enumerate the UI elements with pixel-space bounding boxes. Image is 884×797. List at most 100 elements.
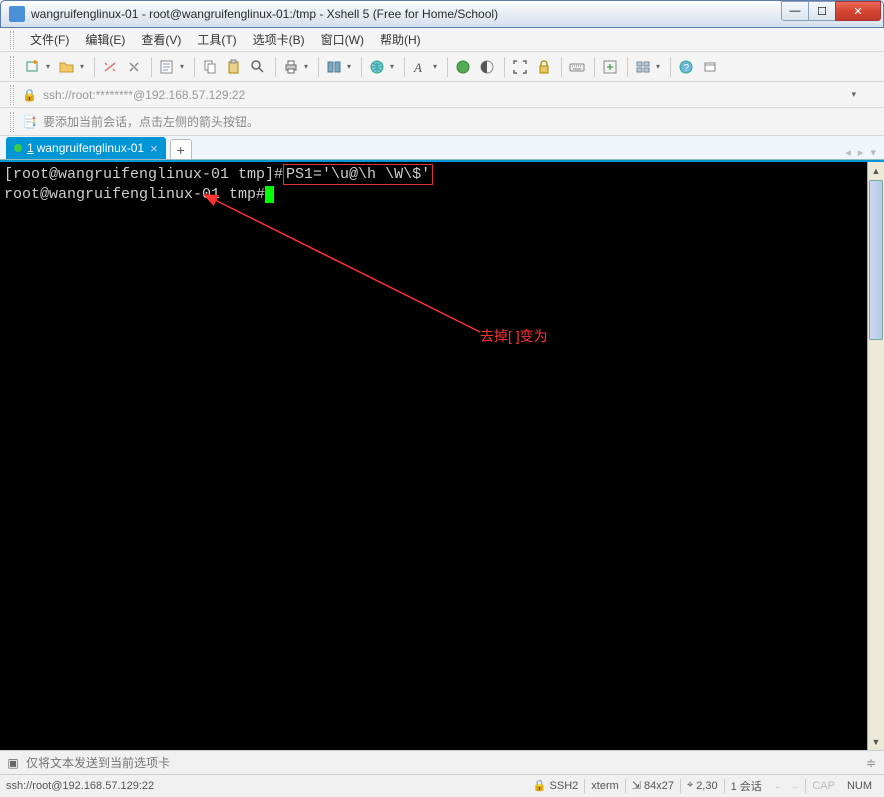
bookmark-arrow-icon[interactable]: 📑 [22,115,37,129]
add-icon[interactable] [599,56,621,78]
globe-dropdown[interactable]: ▾ [390,62,400,71]
toolbar-sep [594,57,595,77]
tab-prev-icon[interactable]: ◂ [845,147,851,159]
svg-text:A: A [413,60,422,75]
status-session-nav[interactable]: ← → [768,781,806,791]
toolbar-sep [194,57,195,77]
menu-tab[interactable]: 选项卡(B) [245,28,313,51]
layout-dropdown[interactable]: ▾ [656,62,666,71]
close-button[interactable]: ✕ [835,1,881,21]
window-title: wangruifenglinux-01 - root@wangruifengli… [31,7,782,21]
disconnect-icon[interactable] [123,56,145,78]
tab-close-icon[interactable]: × [150,141,158,156]
tab-list-dropdown[interactable]: ▾ [870,147,876,159]
status-sessions: 1 会话 [725,778,768,794]
terminal-line-2: root@wangruifenglinux-01 tmp# [4,185,863,204]
menu-help[interactable]: 帮助(H) [372,28,429,51]
help-icon[interactable]: ? [675,56,697,78]
print-dropdown[interactable]: ▾ [304,62,314,71]
statusbar: ssh://root@192.168.57.129:22 🔒SSH2 xterm… [0,774,884,796]
font-icon[interactable]: A [409,56,431,78]
keyboard-icon[interactable] [566,56,588,78]
lock-tiny-icon: 🔒 [533,779,547,792]
scroll-thumb[interactable] [869,180,883,340]
new-session-dropdown[interactable]: ▾ [46,62,56,71]
address-dropdown[interactable]: ▾ [845,89,862,100]
toolbar-grip [10,56,14,78]
terminal[interactable]: [root@wangruifenglinux-01 tmp]#PS1='\u@\… [0,162,867,750]
app-icon [9,6,25,22]
reconnect-icon[interactable] [99,56,121,78]
scroll-up-icon[interactable]: ▲ [868,162,884,179]
svg-text:?: ? [684,63,690,74]
globe-icon[interactable] [366,56,388,78]
properties-icon[interactable] [156,56,178,78]
compose-bar: ▣ ≑ [0,750,884,774]
menu-tools[interactable]: 工具(T) [189,28,244,51]
about-icon[interactable] [699,56,721,78]
hintbar-grip [10,112,14,132]
menu-file[interactable]: 文件(F) [22,28,77,51]
toolbar-sep [94,57,95,77]
menu-edit[interactable]: 编辑(E) [77,28,133,51]
terminal-container: [root@wangruifenglinux-01 tmp]#PS1='\u@\… [0,160,884,750]
addrbar-grip [10,85,14,105]
minimize-button[interactable]: — [781,1,809,21]
toolbar-sep [627,57,628,77]
lock-icon[interactable] [533,56,555,78]
status-dot-icon [14,144,22,152]
command-highlight: PS1='\u@\h \W\$' [283,164,433,185]
color-icon[interactable] [452,56,474,78]
cursor-pos-icon: ⌖ [687,779,693,792]
new-session-icon[interactable] [22,56,44,78]
tab-nav: ◂ ▸ ▾ [843,146,878,159]
compose-mode-icon[interactable]: ▣ [4,756,22,770]
toolbar: ▾ ▾ ▾ ▾ ▾ ▾ A ▾ ▾ ? [0,52,884,82]
layout-icon[interactable] [632,56,654,78]
print-icon[interactable] [280,56,302,78]
toolbar-sep [504,57,505,77]
status-connection: ssh://root@192.168.57.129:22 [6,780,527,792]
terminal-line-1: [root@wangruifenglinux-01 tmp]#PS1='\u@\… [4,164,863,185]
tab-number: 1 [27,141,34,155]
vertical-scrollbar[interactable]: ▲ ▼ [867,162,884,750]
find-icon[interactable] [247,56,269,78]
menu-view[interactable]: 查看(V) [133,28,189,51]
properties-dropdown[interactable]: ▾ [180,62,190,71]
copy-icon[interactable] [199,56,221,78]
fullscreen-icon[interactable] [509,56,531,78]
status-ssh: 🔒SSH2 [527,779,584,792]
open-folder-icon[interactable] [56,56,78,78]
xftp-icon[interactable] [323,56,345,78]
tab-add-button[interactable]: + [170,139,192,159]
window-controls: — ☐ ✕ [782,1,881,21]
toolbar-sep [404,57,405,77]
paste-icon[interactable] [223,56,245,78]
scroll-down-icon[interactable]: ▼ [868,733,884,750]
toolbar-sep [151,57,152,77]
status-emulation: xterm [585,780,625,792]
compose-toggle-icon[interactable]: ≑ [866,756,880,770]
hint-text: 要添加当前会话，点击左侧的箭头按钮。 [43,113,259,130]
toolbar-sep [561,57,562,77]
xftp-dropdown[interactable]: ▾ [347,62,357,71]
address-text[interactable]: ssh://root:********@192.168.57.129:22 [43,88,846,102]
toolbar-sep [670,57,671,77]
status-size: ⇲84x27 [626,779,680,792]
toolbar-sep [447,57,448,77]
tab-next-icon[interactable]: ▸ [858,147,864,159]
compose-input[interactable] [22,754,866,772]
tab-label: wangruifenglinux-01 [37,141,144,155]
status-cap: CAP [806,780,841,792]
maximize-button[interactable]: ☐ [808,1,836,21]
toolbar-sep [318,57,319,77]
font-dropdown[interactable]: ▾ [433,62,443,71]
address-bar: 🔒 ssh://root:********@192.168.57.129:22 … [0,82,884,108]
menubar-grip [10,31,14,49]
open-dropdown[interactable]: ▾ [80,62,90,71]
menu-window[interactable]: 窗口(W) [313,28,372,51]
theme-icon[interactable] [476,56,498,78]
terminal-cursor [265,186,274,203]
tab-session-1[interactable]: 1 wangruifenglinux-01 × [6,137,166,159]
lock-small-icon: 🔒 [22,88,37,102]
